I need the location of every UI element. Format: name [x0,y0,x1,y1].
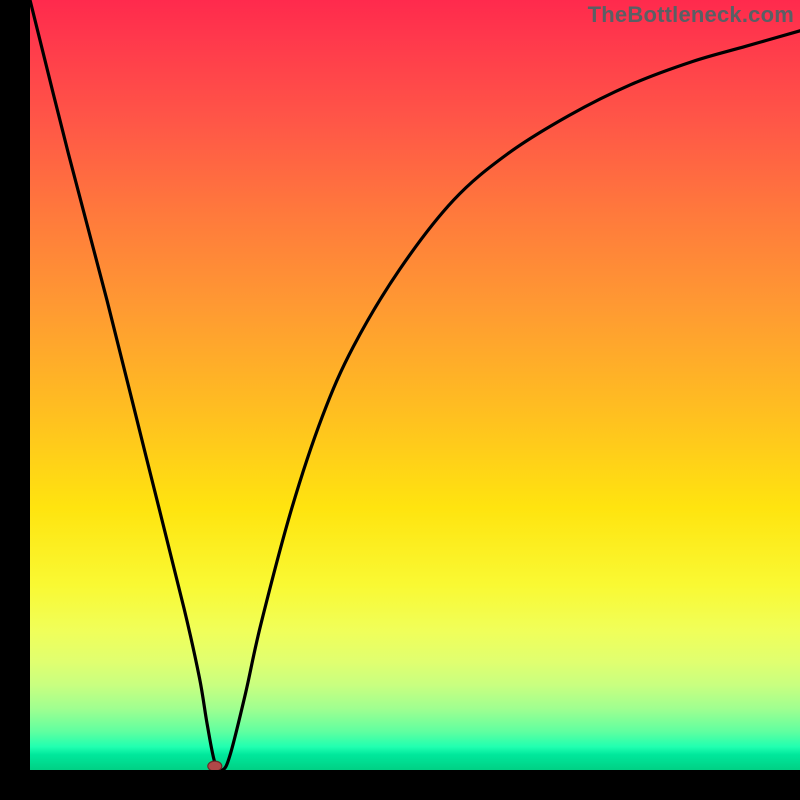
background-gradient [30,0,800,770]
plot-area: TheBottleneck.com [30,0,800,770]
chart-frame: TheBottleneck.com [0,0,800,800]
